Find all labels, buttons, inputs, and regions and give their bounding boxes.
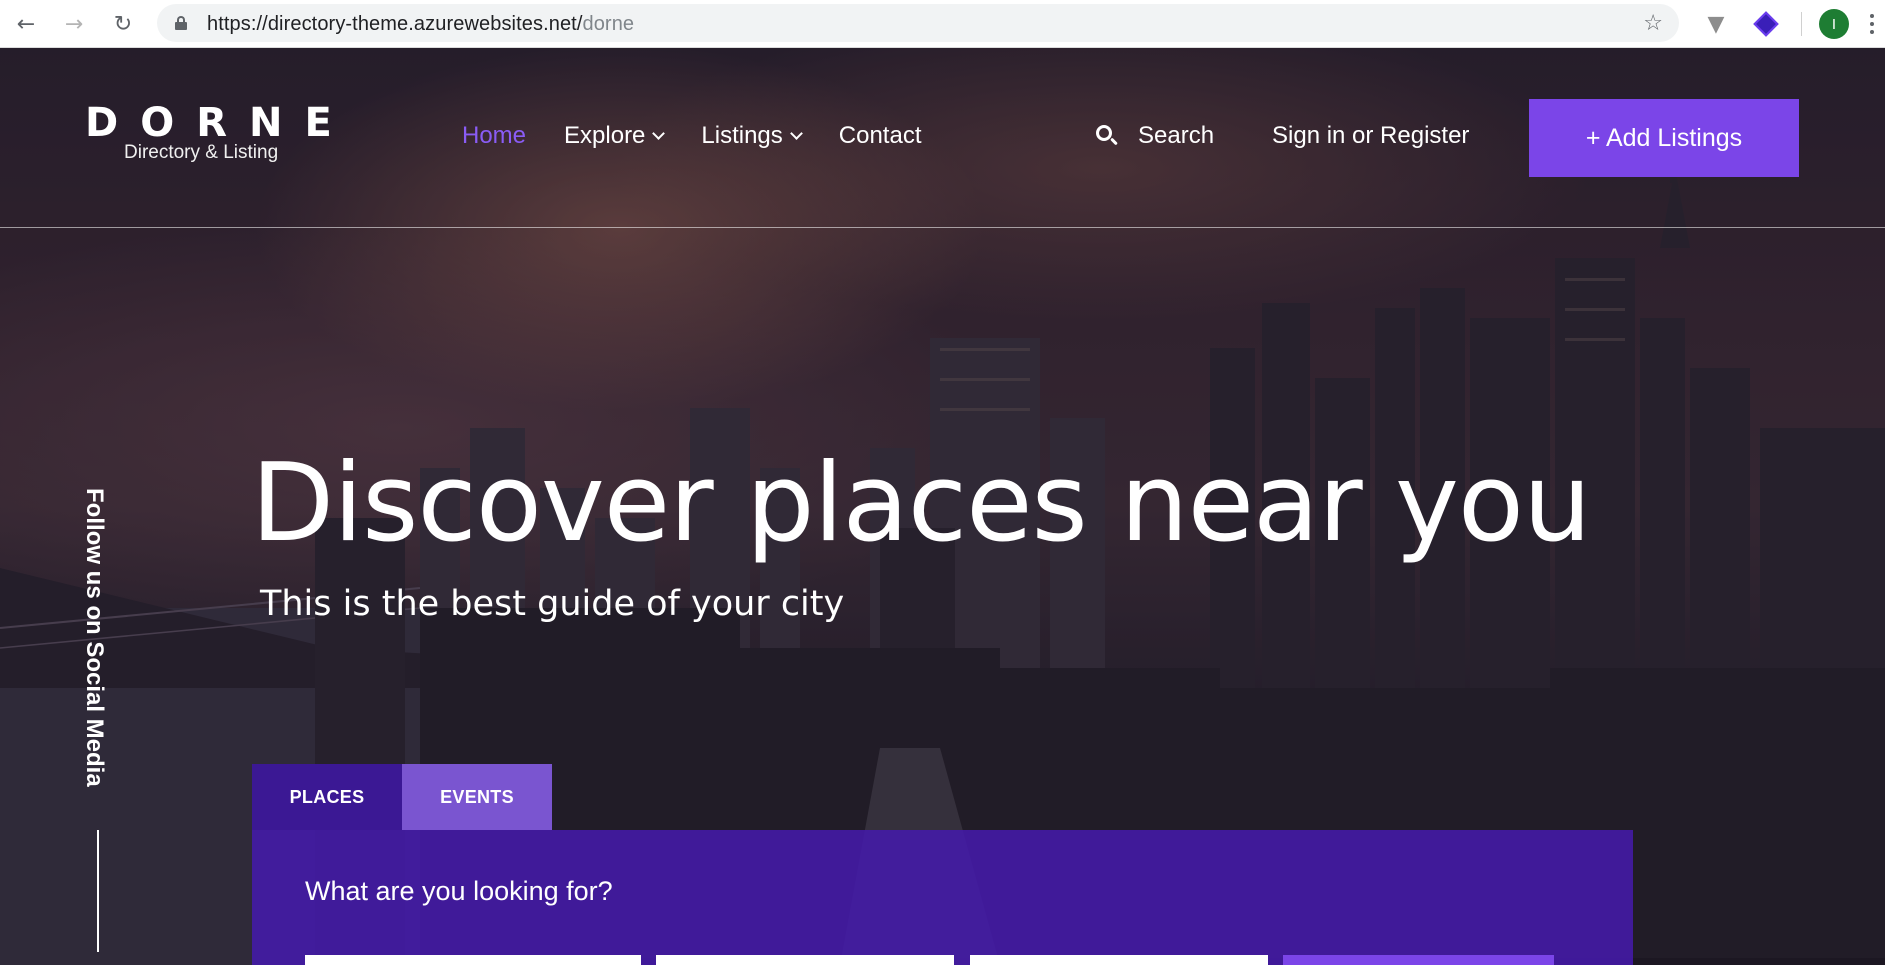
- address-bar[interactable]: https://directory-theme.azurewebsites.ne…: [157, 4, 1679, 42]
- browser-menu-icon[interactable]: [1862, 10, 1882, 38]
- nav-listings[interactable]: Listings: [701, 122, 803, 150]
- nav-contact-label: Contact: [838, 122, 922, 149]
- main-navigation: Home Explore Listings Contact: [462, 122, 960, 150]
- url-host: https://directory-theme.azurewebsites.ne…: [207, 13, 583, 35]
- site-logo[interactable]: DORNE Directory & Listing: [85, 100, 354, 164]
- lock-icon: [175, 16, 187, 30]
- search-submit-button[interactable]: [1283, 955, 1554, 965]
- nav-contact[interactable]: Contact: [839, 122, 922, 150]
- social-divider-line: [97, 830, 99, 952]
- search-panel-title: What are you looking for?: [305, 876, 613, 906]
- back-icon[interactable]: ←: [10, 8, 42, 40]
- nav-home[interactable]: Home: [462, 122, 526, 150]
- tab-events[interactable]: EVENTS: [402, 764, 552, 830]
- search-icon: [1096, 125, 1118, 147]
- keyword-input[interactable]: [305, 955, 641, 965]
- search-label: Search: [1138, 122, 1215, 149]
- add-listings-button[interactable]: + Add Listings: [1529, 99, 1799, 177]
- hero-title: Discover places near you: [251, 441, 1591, 566]
- social-media-label[interactable]: Follow us on Social Media: [80, 488, 108, 787]
- forward-icon[interactable]: →: [58, 8, 90, 40]
- location-select[interactable]: [656, 955, 954, 965]
- search-link[interactable]: Search: [1096, 122, 1214, 150]
- logo-wordmark: DORNE: [85, 100, 354, 146]
- nav-explore-label: Explore: [564, 122, 646, 149]
- url-path: dorne: [582, 13, 635, 35]
- nav-explore[interactable]: Explore: [564, 122, 666, 150]
- header-divider: [0, 227, 1885, 228]
- signin-link[interactable]: Sign in or Register: [1272, 122, 1469, 150]
- chevron-down-icon: [652, 126, 666, 140]
- search-tabs: PLACES EVENTS: [252, 764, 552, 830]
- browser-toolbar: ← → ↻ https://directory-theme.azurewebsi…: [0, 0, 1885, 48]
- bookmark-star-icon[interactable]: ☆: [1643, 11, 1663, 36]
- url-text[interactable]: https://directory-theme.azurewebsites.ne…: [207, 13, 634, 36]
- extension-diamond-icon[interactable]: [1752, 10, 1780, 38]
- nav-home-label: Home: [462, 122, 527, 149]
- chevron-down-icon: [789, 126, 803, 140]
- reload-icon[interactable]: ↻: [107, 8, 139, 40]
- search-panel: What are you looking for?: [252, 830, 1633, 965]
- category-select[interactable]: [970, 955, 1268, 965]
- nav-listings-label: Listings: [701, 122, 783, 149]
- tab-places[interactable]: PLACES: [252, 764, 402, 830]
- toolbar-divider: [1801, 12, 1802, 36]
- profile-avatar[interactable]: I: [1819, 9, 1849, 39]
- extension-v-icon[interactable]: ▼: [1702, 10, 1730, 38]
- hero-subtitle: This is the best guide of your city: [260, 584, 845, 624]
